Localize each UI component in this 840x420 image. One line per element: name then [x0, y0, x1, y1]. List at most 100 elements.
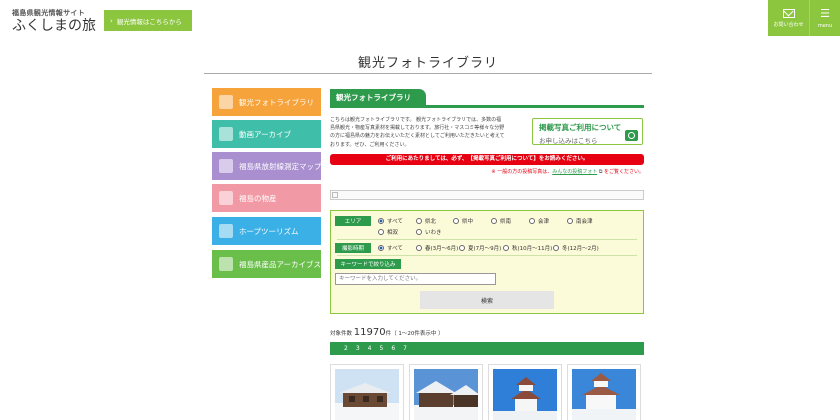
area-option-kennan[interactable]: 県南 [491, 217, 511, 225]
broken-image-icon [332, 192, 338, 198]
search-panel: エリア すべて 県北 県中 県南 会津 南会津 相双 いわき 撮影時期 すべて … [330, 210, 644, 314]
photo-image [493, 369, 557, 420]
title-divider [204, 73, 652, 74]
sidebar-item-video-archive[interactable]: 動画アーカイブ [212, 120, 321, 148]
banner-image [330, 190, 644, 200]
season-option-spring[interactable]: 春(3月～6月) [416, 244, 458, 252]
sidebar-item-label: ホープツーリズム [239, 226, 299, 236]
intro-line: 島県観光・物産写真素材を掲載しております。旅行社・マスコミ等様々な分野 [330, 125, 505, 132]
keyword-input[interactable] [335, 273, 496, 285]
contact-label: お問い合わせ [773, 21, 804, 28]
map-icon [219, 159, 233, 173]
page-link[interactable]: 2 [344, 345, 348, 352]
season-option-autumn[interactable]: 秋(10月～11月) [503, 244, 552, 252]
logo-subtitle: 福島県観光情報サイト [12, 9, 85, 17]
radio-icon [553, 245, 559, 251]
radio-icon [529, 218, 535, 224]
radio-icon [416, 245, 422, 251]
area-option-iwaki[interactable]: いわき [416, 228, 442, 236]
option-label: 会津 [538, 219, 550, 225]
area-option-all[interactable]: すべて [378, 217, 403, 225]
page-link[interactable]: 7 [403, 345, 407, 352]
photo-icon [219, 95, 233, 109]
general-note-suffix: をご覧ください。 [603, 169, 644, 175]
contact-button[interactable]: お問い合わせ [768, 0, 810, 36]
footprints-icon [219, 224, 233, 238]
count-number: 11970 [353, 327, 386, 338]
pagination: 2 3 4 5 6 7 [330, 342, 644, 355]
usage-notice[interactable]: ご利用にあたりましては、必ず、【掲載写真ご利用について】をお読みください。 [330, 154, 644, 165]
divider [337, 255, 637, 256]
menu-button[interactable]: ☰ menu [810, 0, 840, 36]
page-link[interactable]: 6 [391, 345, 395, 352]
option-label: すべて [387, 219, 403, 225]
photo-thumbnail[interactable] [409, 364, 483, 420]
radio-icon [567, 218, 573, 224]
season-label: 撮影時期 [335, 243, 371, 253]
general-photos-note: ※ 一般の方の投稿写真は、みんなの投稿フォト ⧉ をご覧ください。 [470, 168, 644, 175]
mail-icon [782, 8, 795, 18]
divider [337, 239, 637, 240]
sidebar-item-label: 観光フォトライブラリ [239, 97, 314, 107]
radio-icon [416, 218, 422, 224]
tourism-info-label: 観光情報はこちらから [116, 17, 182, 26]
season-option-all[interactable]: すべて [378, 244, 403, 252]
logo-title: ふくしまの旅 [12, 18, 96, 34]
sidebar-item-product-archives[interactable]: 福島県産品アーカイブス [212, 250, 321, 278]
area-label: エリア [335, 216, 371, 226]
option-label: 県南 [500, 219, 512, 225]
tourism-info-button[interactable]: › 観光情報はこちらから [104, 10, 192, 31]
season-option-summer[interactable]: 夏(7月～9月) [459, 244, 501, 252]
sidebar-item-products[interactable]: 福島の物産 [212, 184, 321, 212]
sidebar-item-hope-tourism[interactable]: ホープツーリズム [212, 217, 321, 245]
photo-thumbnail[interactable] [330, 364, 404, 420]
option-label: 秋(10月～11月) [512, 246, 553, 252]
keyword-label: キーワードで絞り込み [335, 259, 401, 269]
photo-image [414, 369, 478, 420]
area-option-soso[interactable]: 相双 [378, 228, 398, 236]
chevron-right-icon: › [110, 16, 113, 25]
radio-icon [378, 218, 384, 224]
external-link-icon: ⧉ [598, 169, 603, 175]
radio-icon [459, 245, 465, 251]
general-note-prefix: ※ 一般の方の投稿写真は、 [491, 169, 553, 175]
camera-icon [625, 130, 638, 141]
intro-line: こちらは観光フォトライブラリです。 観光フォトライブラリでは、多数の福 [330, 117, 502, 123]
page-link[interactable]: 5 [379, 345, 383, 352]
option-label: 冬(12月～2月) [562, 246, 599, 252]
photo-thumbnail[interactable] [567, 364, 641, 420]
sidebar-item-radiation-map[interactable]: 福島県放射線測定マップ [212, 152, 322, 180]
option-label: 夏(7月～9月) [468, 246, 502, 252]
archive-icon [219, 257, 233, 271]
option-label: 県中 [462, 219, 474, 225]
radio-icon [378, 245, 384, 251]
photo-thumbnail[interactable] [488, 364, 562, 420]
option-label: すべて [387, 246, 403, 252]
area-option-kenpoku[interactable]: 県北 [416, 217, 436, 225]
page-link[interactable]: 3 [356, 345, 360, 352]
sidebar-item-photo-library[interactable]: 観光フォトライブラリ [212, 88, 321, 116]
season-option-winter[interactable]: 冬(12月～2月) [553, 244, 599, 252]
radio-icon [378, 229, 384, 235]
search-button[interactable]: 検索 [420, 291, 554, 309]
sidebar-item-label: 福島県産品アーカイブス [239, 259, 322, 269]
sidebar-item-label: 動画アーカイブ [239, 129, 292, 139]
area-option-aizu[interactable]: 会津 [529, 217, 549, 225]
user-photos-link[interactable]: みんなの投稿フォト [552, 169, 597, 175]
video-icon [219, 127, 233, 141]
radio-icon [503, 245, 509, 251]
sidebar-item-label: 福島の物産 [239, 193, 277, 203]
hamburger-icon: ☰ [820, 6, 830, 20]
apply-banner[interactable]: 掲載写真ご利用について お申し込みはこちら [532, 118, 643, 145]
radio-icon [491, 218, 497, 224]
page: 福島県観光情報サイト ふくしまの旅 › 観光情報はこちらから お問い合わせ ☰ … [0, 0, 840, 420]
intro-line: の方に福島県の魅力をお伝えいただく素材としてご利用いただきたいと考えて [330, 133, 505, 140]
section-tab: 観光フォトライブラリ [330, 89, 426, 106]
area-option-minamiaizu[interactable]: 南会津 [567, 217, 593, 225]
radio-icon [453, 218, 459, 224]
option-label: 春(3月～6月) [425, 246, 459, 252]
area-option-kenchu[interactable]: 県中 [453, 217, 473, 225]
page-link[interactable]: 4 [368, 345, 372, 352]
site-logo[interactable]: 福島県観光情報サイト ふくしまの旅 [12, 8, 102, 36]
photo-image [572, 369, 636, 420]
